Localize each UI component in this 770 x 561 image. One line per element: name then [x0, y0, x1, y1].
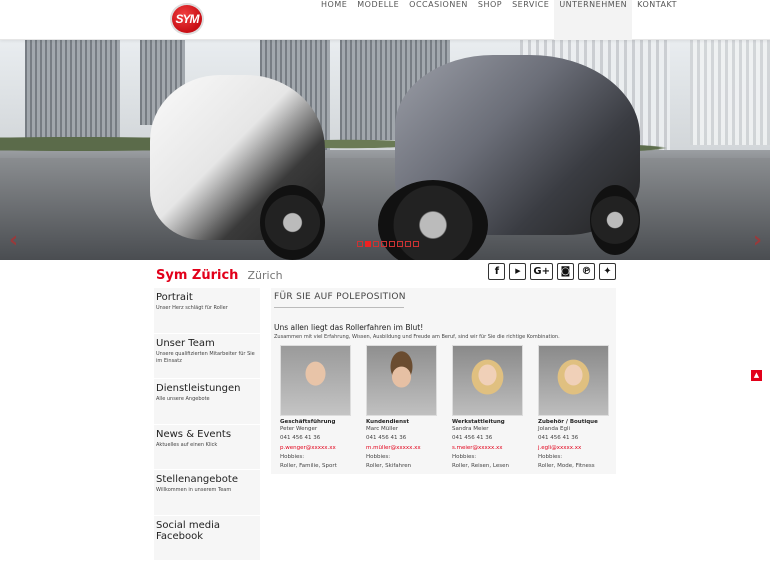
sidebar-item-desc: Aktuelles auf einen Klick: [156, 442, 258, 449]
slider-dots: [357, 241, 419, 247]
member-hobbies-label: Hobbies:: [538, 453, 609, 462]
scooter-wheel: [590, 185, 640, 255]
member-email-link[interactable]: j.egli@xxxxx.xx: [538, 444, 609, 453]
lead-text: Uns allen liegt das Rollerfahren im Blut…: [274, 323, 613, 332]
chevron-right-icon[interactable]: ›: [753, 228, 762, 253]
member-name: Marc Müller: [366, 425, 437, 434]
nav-occasionen[interactable]: OCCASIONEN: [404, 0, 473, 40]
member-hobbies-label: Hobbies:: [452, 453, 523, 462]
member-email-link[interactable]: p.wenger@xxxxx.xx: [280, 444, 351, 453]
team-grid: Geschäftsführung Peter Wenger 041 456 41…: [280, 345, 609, 471]
team-member: Geschäftsführung Peter Wenger 041 456 41…: [280, 345, 351, 471]
scooter-wheel: [378, 180, 488, 260]
member-name: Jolanda Egli: [538, 425, 609, 434]
member-hobbies-label: Hobbies:: [366, 453, 437, 462]
site-header: SYM HOME MODELLE OCCASIONEN SHOP SERVICE…: [0, 0, 770, 40]
member-hobbies: Roller, Familie, Sport: [280, 462, 351, 471]
member-phone: 041 456 41 36: [452, 434, 523, 443]
slider-dot[interactable]: [365, 241, 371, 247]
sidebar-item-social-media[interactable]: Social media Facebook: [154, 516, 260, 561]
member-phone: 041 456 41 36: [538, 434, 609, 443]
sidebar-item-dienstleistungen[interactable]: Dienstleistungen Alle unsere Angebote: [154, 379, 260, 425]
member-email-link[interactable]: s.meier@xxxxx.xx: [452, 444, 523, 453]
slider-dot[interactable]: [389, 241, 395, 247]
sidebar-item-news-events[interactable]: News & Events Aktuelles auf einen Klick: [154, 425, 260, 471]
team-member: Kundendienst Marc Müller 041 456 41 36 m…: [366, 345, 437, 471]
slider-dot[interactable]: [413, 241, 419, 247]
facebook-icon[interactable]: f: [488, 263, 505, 280]
member-hobbies: Roller, Skifahren: [366, 462, 437, 471]
sidebar-item-title: Social media Facebook: [156, 520, 258, 542]
sidebar-item-title: News & Events: [156, 429, 258, 440]
team-member: Werkstattleitung Sandra Meier 041 456 41…: [452, 345, 523, 471]
member-hobbies: Roller, Reisen, Lesen: [452, 462, 523, 471]
arrow-up-icon[interactable]: ▲: [751, 370, 762, 381]
slider-dot[interactable]: [373, 241, 379, 247]
scooter-wheel: [260, 185, 325, 260]
pinterest-icon[interactable]: ℗: [578, 263, 595, 280]
page-titlebar: Sym Zürich Zürich f ▶ G+ ◙ ℗ ✦: [156, 264, 616, 282]
member-name: Sandra Meier: [452, 425, 523, 434]
hero-trees: [0, 120, 770, 160]
logo-text: SYM: [165, 12, 209, 26]
slider-dot[interactable]: [397, 241, 403, 247]
social-links: f ▶ G+ ◙ ℗ ✦: [488, 263, 616, 280]
sidebar-item-title: Portrait: [156, 292, 258, 303]
sidebar-item-unser-team[interactable]: Unser Team Unsere qualifizierten Mitarbe…: [154, 334, 260, 380]
member-photo: [538, 345, 609, 416]
member-hobbies: Roller, Mode, Fitness: [538, 462, 609, 471]
twitter-icon[interactable]: ✦: [599, 263, 616, 280]
team-content: FÜR SIE AUF POLEPOSITION Uns allen liegt…: [271, 288, 616, 474]
sidebar-item-desc: Unser Herz schlägt für Roller: [156, 305, 258, 312]
sidebar-item-stellenangebote[interactable]: Stellenangebote Willkommen in unserem Te…: [154, 470, 260, 516]
nav-home[interactable]: HOME: [316, 0, 352, 40]
sidebar-item-desc: Alle unsere Angebote: [156, 396, 258, 403]
nav-service[interactable]: SERVICE: [507, 0, 554, 40]
chevron-left-icon[interactable]: ‹: [9, 228, 18, 253]
slider-dot[interactable]: [405, 241, 411, 247]
member-email-link[interactable]: m.müller@xxxxx.xx: [366, 444, 437, 453]
nav-kontakt[interactable]: KONTAKT: [632, 0, 682, 40]
sidebar-item-title: Unser Team: [156, 338, 258, 349]
nav-modelle[interactable]: MODELLE: [352, 0, 404, 40]
member-phone: 041 456 41 36: [366, 434, 437, 443]
section-heading: FÜR SIE AUF POLEPOSITION: [274, 292, 404, 308]
member-name: Peter Wenger: [280, 425, 351, 434]
member-hobbies-label: Hobbies:: [280, 453, 351, 462]
instagram-icon[interactable]: ◙: [557, 263, 574, 280]
sidebar: Portrait Unser Herz schlägt für Roller U…: [154, 288, 260, 561]
hero-slider: ‹ ›: [0, 40, 770, 260]
sidebar-item-title: Stellenangebote: [156, 474, 258, 485]
google-plus-icon[interactable]: G+: [530, 263, 553, 280]
page-title: Sym Zürich: [156, 268, 238, 283]
slider-dot[interactable]: [357, 241, 363, 247]
sidebar-item-desc: Willkommen in unserem Team: [156, 487, 258, 494]
sidebar-item-portrait[interactable]: Portrait Unser Herz schlägt für Roller: [154, 288, 260, 334]
member-photo: [280, 345, 351, 416]
nav-unternehmen[interactable]: UNTERNEHMEN: [554, 0, 632, 40]
slider-dot[interactable]: [381, 241, 387, 247]
sym-logo[interactable]: SYM: [165, 2, 209, 38]
sidebar-item-desc: Unsere qualifizierten Mitarbeiter für Si…: [156, 351, 258, 365]
member-photo: [452, 345, 523, 416]
sidebar-item-title: Dienstleistungen: [156, 383, 258, 394]
youtube-icon[interactable]: ▶: [509, 263, 526, 280]
page-subtitle: Zürich: [248, 269, 283, 282]
nav-shop[interactable]: SHOP: [473, 0, 507, 40]
team-member: Zubehör / Boutique Jolanda Egli 041 456 …: [538, 345, 609, 471]
intro-text: Zusammen mit viel Erfahrung, Wissen, Aus…: [274, 334, 613, 340]
main-nav: HOME MODELLE OCCASIONEN SHOP SERVICE UNT…: [316, 0, 682, 40]
member-phone: 041 456 41 36: [280, 434, 351, 443]
member-photo: [366, 345, 437, 416]
